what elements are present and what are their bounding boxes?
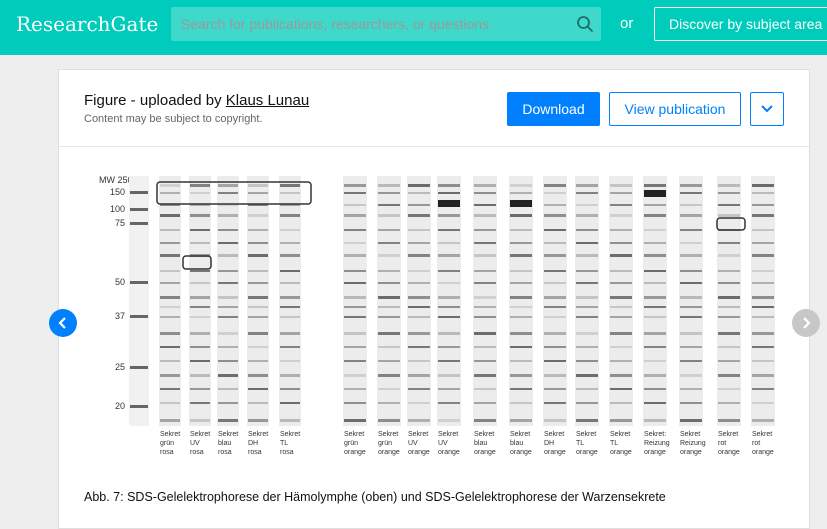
next-figure-button[interactable] — [792, 309, 820, 337]
mw-label: MW 250 — [99, 175, 133, 185]
lane-label: Sekret — [280, 431, 300, 438]
copyright-note: Content may be subject to copyright. — [84, 113, 263, 125]
or-separator: or — [620, 15, 634, 32]
mw-label: 100 — [110, 204, 125, 214]
gel-electrophoresis-image: MW 250 150 100 75 50 37 25 20 Sekret grün rosa Sekr… — [99, 175, 775, 456]
lane-label: UV — [438, 440, 448, 447]
view-publication-button[interactable]: View publication — [609, 92, 741, 126]
lane-label: rosa — [218, 449, 232, 456]
lane-label: orange — [344, 449, 366, 456]
lane-label: UV — [190, 440, 200, 447]
mw-label: 25 — [115, 362, 125, 372]
lane-label: TL — [610, 440, 618, 447]
lane-label: orange — [680, 449, 702, 456]
lane-label: Sekret: — [644, 431, 666, 438]
lane-label: Sekret — [576, 431, 596, 438]
lane-label: orange — [378, 449, 400, 456]
lane-label: orange — [718, 449, 740, 456]
lane-label: Sekret — [248, 431, 268, 438]
previous-figure-button[interactable] — [49, 309, 77, 337]
lane-label: Sekret — [510, 431, 530, 438]
mw-label: 75 — [115, 218, 125, 228]
chevron-left-icon — [58, 317, 66, 329]
search-box[interactable] — [171, 7, 601, 41]
lane-label: Reizung — [644, 440, 670, 447]
mw-label: 150 — [110, 187, 125, 197]
mw-label: 37 — [115, 311, 125, 321]
lane-label: blau — [474, 440, 487, 447]
lane-label: orange — [408, 449, 430, 456]
lane-label: Sekret — [544, 431, 564, 438]
figure-caption: Abb. 7: SDS-Gelelektrophorese der Hämoly… — [84, 490, 666, 504]
lane-label: Sekret — [190, 431, 210, 438]
chevron-right-icon — [803, 317, 811, 329]
figure-title-prefix: Figure - uploaded by — [84, 92, 226, 109]
lane-label: orange — [510, 449, 532, 456]
lane-label: Sekret — [218, 431, 238, 438]
lane-label: orange — [576, 449, 598, 456]
lane-label: blau — [218, 440, 231, 447]
lane-label: grün — [378, 440, 392, 447]
lane-label: rosa — [190, 449, 204, 456]
chevron-down-icon — [761, 105, 773, 113]
figure-title: Figure - uploaded by Klaus Lunau — [84, 92, 309, 109]
top-navigation-bar: ResearchGate or Discover by subject area — [0, 0, 827, 55]
lane-label: TL — [280, 440, 288, 447]
lane-label: Sekret — [752, 431, 772, 438]
lane-label: rosa — [160, 449, 174, 456]
more-options-button[interactable] — [750, 92, 784, 126]
lane-label: orange — [474, 449, 496, 456]
lane-label: grün — [344, 440, 358, 447]
lane-label: TL — [576, 440, 584, 447]
lane-label: DH — [544, 440, 554, 447]
lane-label: rot — [718, 440, 726, 447]
lane-label: Sekret — [610, 431, 630, 438]
lane-label: Reizung — [680, 440, 706, 447]
lane-label: Sekret — [408, 431, 428, 438]
lane-label: Sekret — [160, 431, 180, 438]
lane-label: orange — [752, 449, 774, 456]
search-input[interactable] — [181, 14, 561, 34]
lane-label: Sekret — [680, 431, 700, 438]
mw-label: 20 — [115, 401, 125, 411]
lane-label: Sekret — [718, 431, 738, 438]
lane-label: grün — [160, 440, 174, 447]
uploader-link[interactable]: Klaus Lunau — [226, 92, 309, 109]
discover-by-subject-button[interactable]: Discover by subject area — [654, 7, 827, 41]
lane-label: blau — [510, 440, 523, 447]
lane-label: Sekret — [474, 431, 494, 438]
lane-label: orange — [644, 449, 666, 456]
figure-header: Figure - uploaded by Klaus Lunau Content… — [59, 70, 809, 147]
lane-label: Sekret — [438, 431, 458, 438]
lane-label: DH — [248, 440, 258, 447]
researchgate-logo[interactable]: ResearchGate — [16, 12, 158, 36]
lane-label: orange — [544, 449, 566, 456]
mw-label: 50 — [115, 277, 125, 287]
lane-label: UV — [408, 440, 418, 447]
search-icon[interactable] — [575, 14, 595, 34]
lane-label: orange — [438, 449, 460, 456]
lane-label: orange — [610, 449, 632, 456]
download-button[interactable]: Download — [507, 92, 600, 126]
lane-label: Sekret — [378, 431, 398, 438]
lane-label: rot — [752, 440, 760, 447]
lane-label: rosa — [280, 449, 294, 456]
lane-label: rosa — [248, 449, 262, 456]
figure-card: Figure - uploaded by Klaus Lunau Content… — [58, 69, 810, 529]
lane-label: Sekret — [344, 431, 364, 438]
